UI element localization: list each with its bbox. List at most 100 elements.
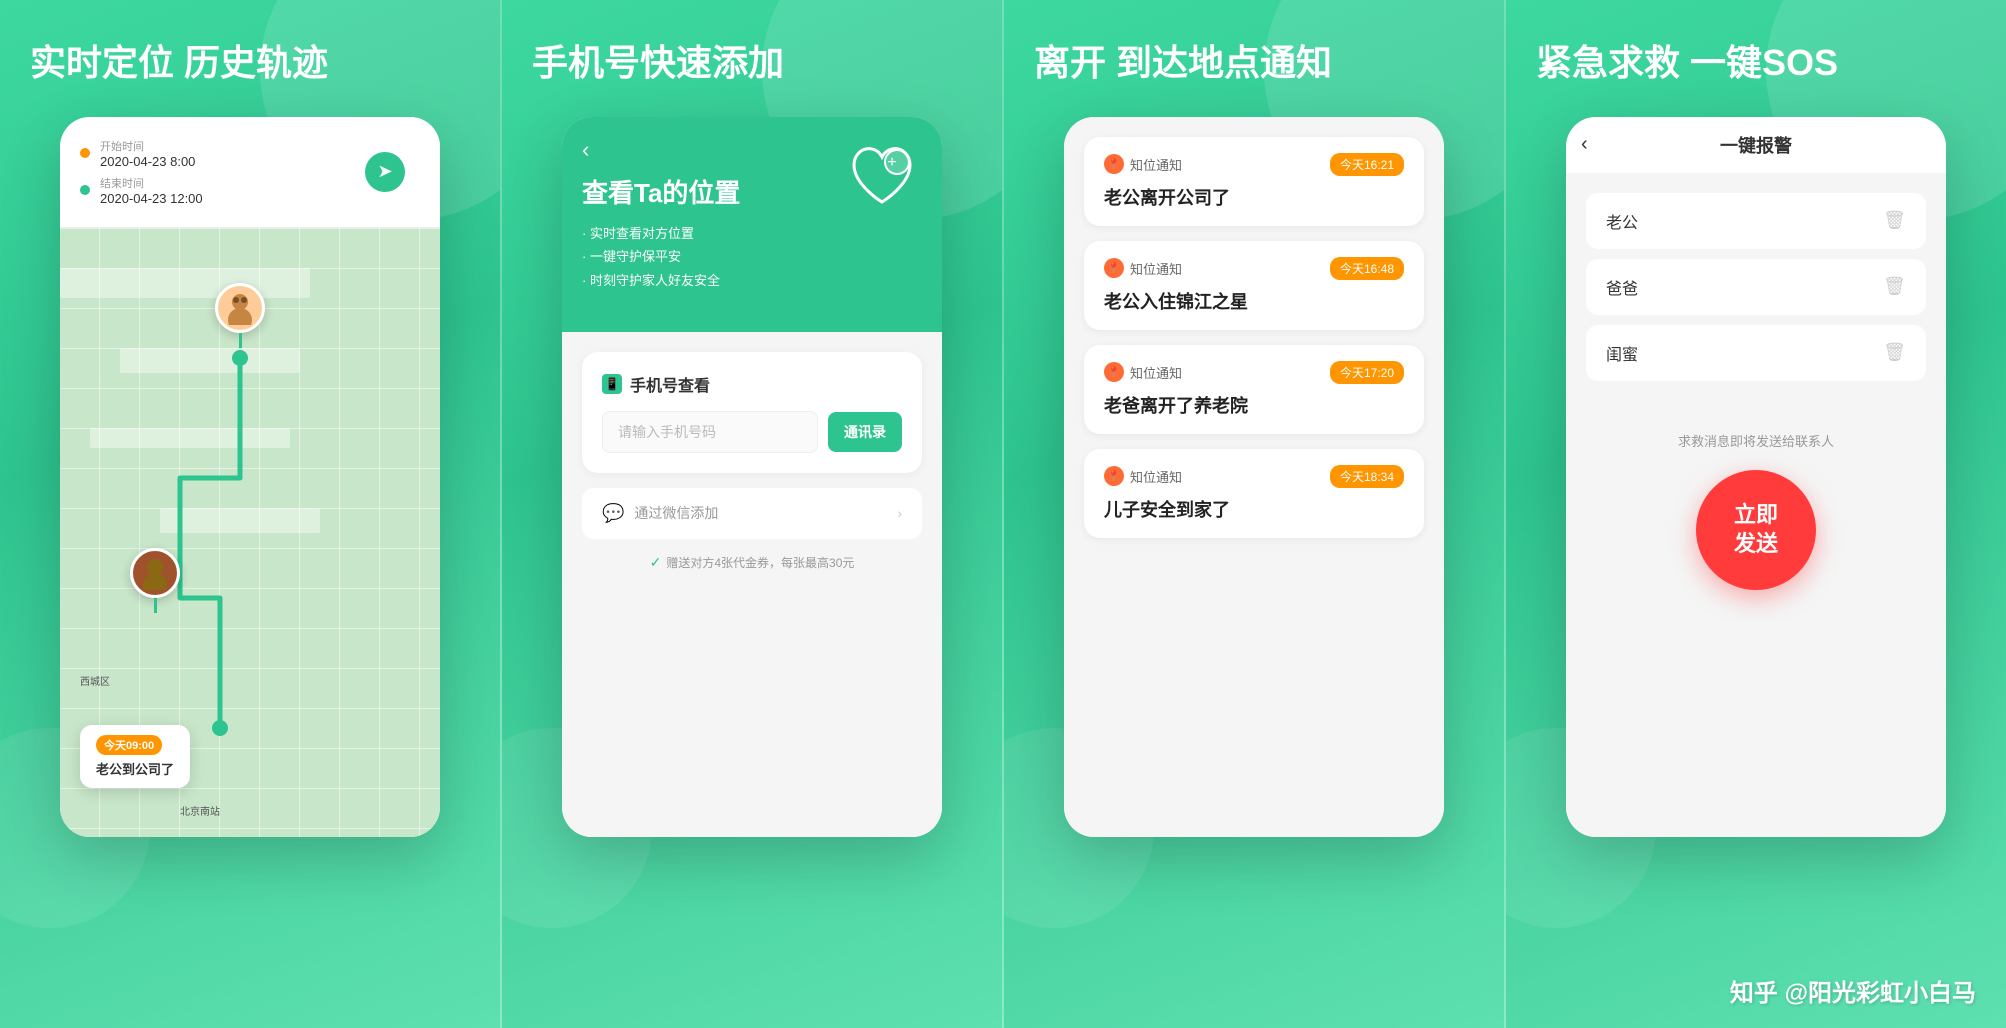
phone-mockup-3: 📍 知位通知 今天16:21 老公离开公司了 📍 知位通知 今天16:48 老公… [1064, 117, 1444, 837]
delete-contact-2[interactable]: 🗑 [1883, 342, 1906, 363]
phone-placeholder: 请输入手机号码 [618, 424, 716, 440]
location-icon-2: 📍 [1104, 362, 1124, 382]
notif-source-text-2: 知位通知 [1130, 363, 1182, 382]
map-notification: 今天09:00 老公到公司了 [80, 725, 190, 788]
end-time: 2020-04-23 12:00 [100, 191, 203, 206]
wechat-label: 通过微信添加 [634, 503, 718, 523]
notif-source-2: 📍 知位通知 [1104, 362, 1182, 382]
check-icon: ✓ [650, 554, 662, 571]
contact-name-0: 老公 [1606, 209, 1638, 233]
panel-3: 离开 到达地点通知 📍 知位通知 今天16:21 老公离开公司了 📍 知位通知 … [1002, 0, 1504, 1028]
phone-lookup-card: 📱 手机号查看 请输入手机号码 通讯录 [582, 352, 922, 473]
contacts-button[interactable]: 通讯录 [828, 412, 902, 452]
sos-back-button[interactable]: ‹ [1581, 133, 1588, 156]
sos-screen: ‹ 一键报警 老公 🗑 爸爸 🗑 闺蜜 🗑 求救消息即将发送给联系人 立即 [1566, 117, 1946, 837]
wechat-row[interactable]: 💬 通过微信添加 › [582, 488, 922, 539]
panel-2-title: 手机号快速添加 [502, 40, 1002, 87]
notif-message-0: 老公离开公司了 [1104, 184, 1404, 210]
avatar-pin-2 [130, 548, 180, 613]
delete-contact-1[interactable]: 🗑 [1883, 276, 1906, 297]
nav-button[interactable]: ➤ [365, 152, 405, 192]
contact-row-1[interactable]: 爸爸 🗑 [1586, 259, 1926, 315]
notif-message-1: 老公入住锦江之星 [1104, 288, 1404, 314]
watermark: 知乎 @阳光彩虹小白马 [1730, 973, 1976, 1008]
sos-footer: 求救消息即将发送给联系人 立即 发送 [1566, 411, 1946, 610]
card-title: 📱 手机号查看 [602, 372, 902, 396]
notif-message-3: 儿子安全到家了 [1104, 496, 1404, 522]
add-screen: ‹ 查看Ta的位置 · 实时查看对方位置 · 一键守护保平安 · 时刻守护家人好… [562, 117, 942, 837]
delete-contact-0[interactable]: 🗑 [1883, 210, 1906, 231]
notif-card-1: 📍 知位通知 今天16:48 老公入住锦江之星 [1084, 241, 1424, 330]
notif-header-1: 📍 知位通知 今天16:48 [1104, 257, 1404, 280]
card-title-text: 手机号查看 [630, 372, 710, 396]
panel-4-title: 紧急求救 一键SOS [1506, 40, 2006, 87]
sos-line1: 立即 [1734, 501, 1778, 530]
notif-source-1: 📍 知位通知 [1104, 258, 1182, 278]
add-header-bullets: · 实时查看对方位置 · 一键守护保平安 · 时刻守护家人好友安全 [582, 222, 922, 292]
heart-icon-area: + [842, 137, 922, 222]
gift-text: ✓ 赠送对方4张代金券，每张最高30元 [582, 554, 922, 571]
phone-mockup-2: ‹ 查看Ta的位置 · 实时查看对方位置 · 一键守护保平安 · 时刻守护家人好… [562, 117, 942, 837]
avatar-circle-2 [130, 548, 180, 598]
map-label-xicheng: 西城区 [80, 673, 110, 688]
location-icon-3: 📍 [1104, 466, 1124, 486]
heart-icon: + [842, 137, 922, 217]
add-header: ‹ 查看Ta的位置 · 实时查看对方位置 · 一键守护保平安 · 时刻守护家人好… [562, 117, 942, 332]
bullet-3: · 时刻守护家人好友安全 [582, 269, 922, 292]
avatar-circle-1 [215, 283, 265, 333]
start-dot [80, 148, 90, 158]
svg-text:+: + [887, 154, 896, 171]
map-body: 西城区 北京西站 北京南站 今天09:00 老公到公司了 [60, 228, 440, 837]
location-icon-1: 📍 [1104, 258, 1124, 278]
end-label: 结束时间 [100, 175, 203, 191]
notif-source-0: 📍 知位通知 [1104, 154, 1182, 174]
panel-3-title: 离开 到达地点通知 [1004, 40, 1504, 87]
bullet-2: · 一键守护保平安 [582, 245, 922, 268]
sos-screen-title: 一键报警 [1720, 132, 1792, 158]
contact-name-2: 闺蜜 [1606, 341, 1638, 365]
contact-row-0[interactable]: 老公 🗑 [1586, 193, 1926, 249]
sos-send-button[interactable]: 立即 发送 [1696, 470, 1816, 590]
notif-text: 老公到公司了 [96, 759, 174, 778]
time-badge-0: 今天16:21 [1330, 153, 1404, 176]
avatar-pin-tail-2 [154, 598, 157, 613]
input-row: 请输入手机号码 通讯录 [602, 411, 902, 453]
gift-label: 赠送对方4张代金券，每张最高30元 [666, 554, 854, 571]
notif-screen: 📍 知位通知 今天16:21 老公离开公司了 📍 知位通知 今天16:48 老公… [1064, 117, 1444, 837]
notif-header-2: 📍 知位通知 今天17:20 [1104, 361, 1404, 384]
avatar-pin-tail-1 [239, 333, 242, 348]
wechat-arrow: › [897, 505, 902, 521]
start-label: 开始时间 [100, 138, 195, 154]
panel-2: 手机号快速添加 ‹ 查看Ta的位置 · 实时查看对方位置 · 一键守护保平安 ·… [500, 0, 1002, 1028]
bullet-1: · 实时查看对方位置 [582, 222, 922, 245]
notif-message-2: 老爸离开了养老院 [1104, 392, 1404, 418]
start-time: 2020-04-23 8:00 [100, 154, 195, 169]
contact-name-1: 爸爸 [1606, 275, 1638, 299]
notif-header-0: 📍 知位通知 今天16:21 [1104, 153, 1404, 176]
notif-card-3: 📍 知位通知 今天18:34 儿子安全到家了 [1084, 449, 1424, 538]
notif-source-text-0: 知位通知 [1130, 155, 1182, 174]
notif-source-text-3: 知位通知 [1130, 467, 1182, 486]
notif-card-0: 📍 知位通知 今天16:21 老公离开公司了 [1084, 137, 1424, 226]
panel-1-title: 实时定位 历史轨迹 [0, 40, 500, 87]
panel-4: 紧急求救 一键SOS ‹ 一键报警 老公 🗑 爸爸 🗑 闺蜜 🗑 [1504, 0, 2006, 1028]
phone-mockup-4: ‹ 一键报警 老公 🗑 爸爸 🗑 闺蜜 🗑 求救消息即将发送给联系人 立即 [1566, 117, 1946, 837]
contact-row-2[interactable]: 闺蜜 🗑 [1586, 325, 1926, 381]
main-container: 实时定位 历史轨迹 开始时间 2020-04-23 8:00 [0, 0, 2006, 1028]
time-badge-3: 今天18:34 [1330, 465, 1404, 488]
sos-contacts-list: 老公 🗑 爸爸 🗑 闺蜜 🗑 [1566, 173, 1946, 411]
notif-time: 今天09:00 [96, 735, 162, 755]
notif-header-3: 📍 知位通知 今天18:34 [1104, 465, 1404, 488]
add-body: 📱 手机号查看 请输入手机号码 通讯录 💬 [562, 332, 942, 837]
phone-icon: 📱 [602, 374, 622, 394]
notif-source-text-1: 知位通知 [1130, 259, 1182, 278]
phone-input[interactable]: 请输入手机号码 [602, 411, 818, 453]
sos-line2: 发送 [1734, 530, 1778, 559]
sos-footer-text: 求救消息即将发送给联系人 [1586, 431, 1926, 450]
time-badge-2: 今天17:20 [1330, 361, 1404, 384]
end-dot [80, 185, 90, 195]
sos-top-bar: ‹ 一键报警 [1566, 117, 1946, 173]
notif-card-2: 📍 知位通知 今天17:20 老爸离开了养老院 [1084, 345, 1424, 434]
phone-mockup-1: 开始时间 2020-04-23 8:00 结束时间 2020-04-23 12:… [60, 117, 440, 837]
map-screen: 开始时间 2020-04-23 8:00 结束时间 2020-04-23 12:… [60, 117, 440, 837]
